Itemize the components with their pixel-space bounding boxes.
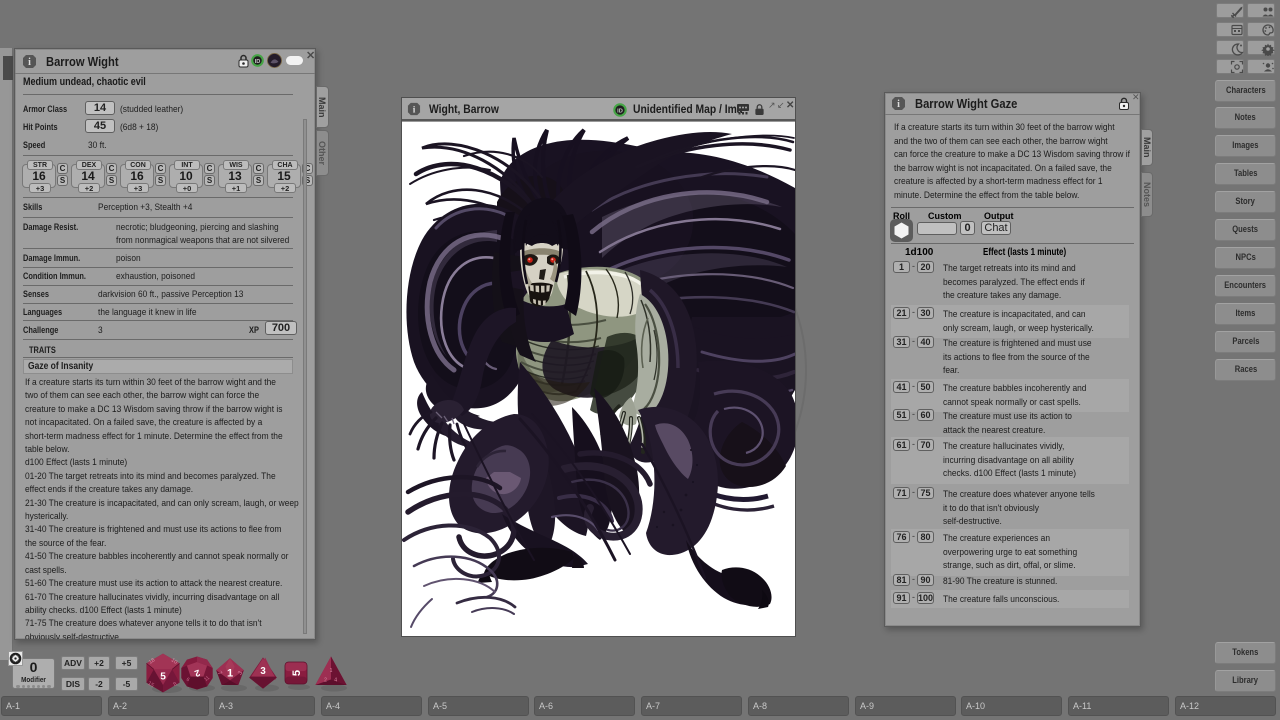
svg-text:ID: ID — [255, 59, 261, 65]
svg-text:i: i — [28, 57, 31, 68]
svg-text:i: i — [413, 105, 416, 115]
svg-text:i: i — [897, 99, 900, 110]
svg-text:1: 1 — [330, 668, 333, 674]
svg-text:3: 3 — [260, 666, 266, 677]
svg-text:4: 4 — [334, 677, 337, 683]
svg-text:5: 5 — [160, 671, 166, 682]
svg-text:2: 2 — [324, 677, 327, 683]
svg-text:1: 1 — [227, 668, 233, 680]
svg-text:ID: ID — [617, 108, 623, 114]
svg-text:5: 5 — [291, 670, 303, 676]
